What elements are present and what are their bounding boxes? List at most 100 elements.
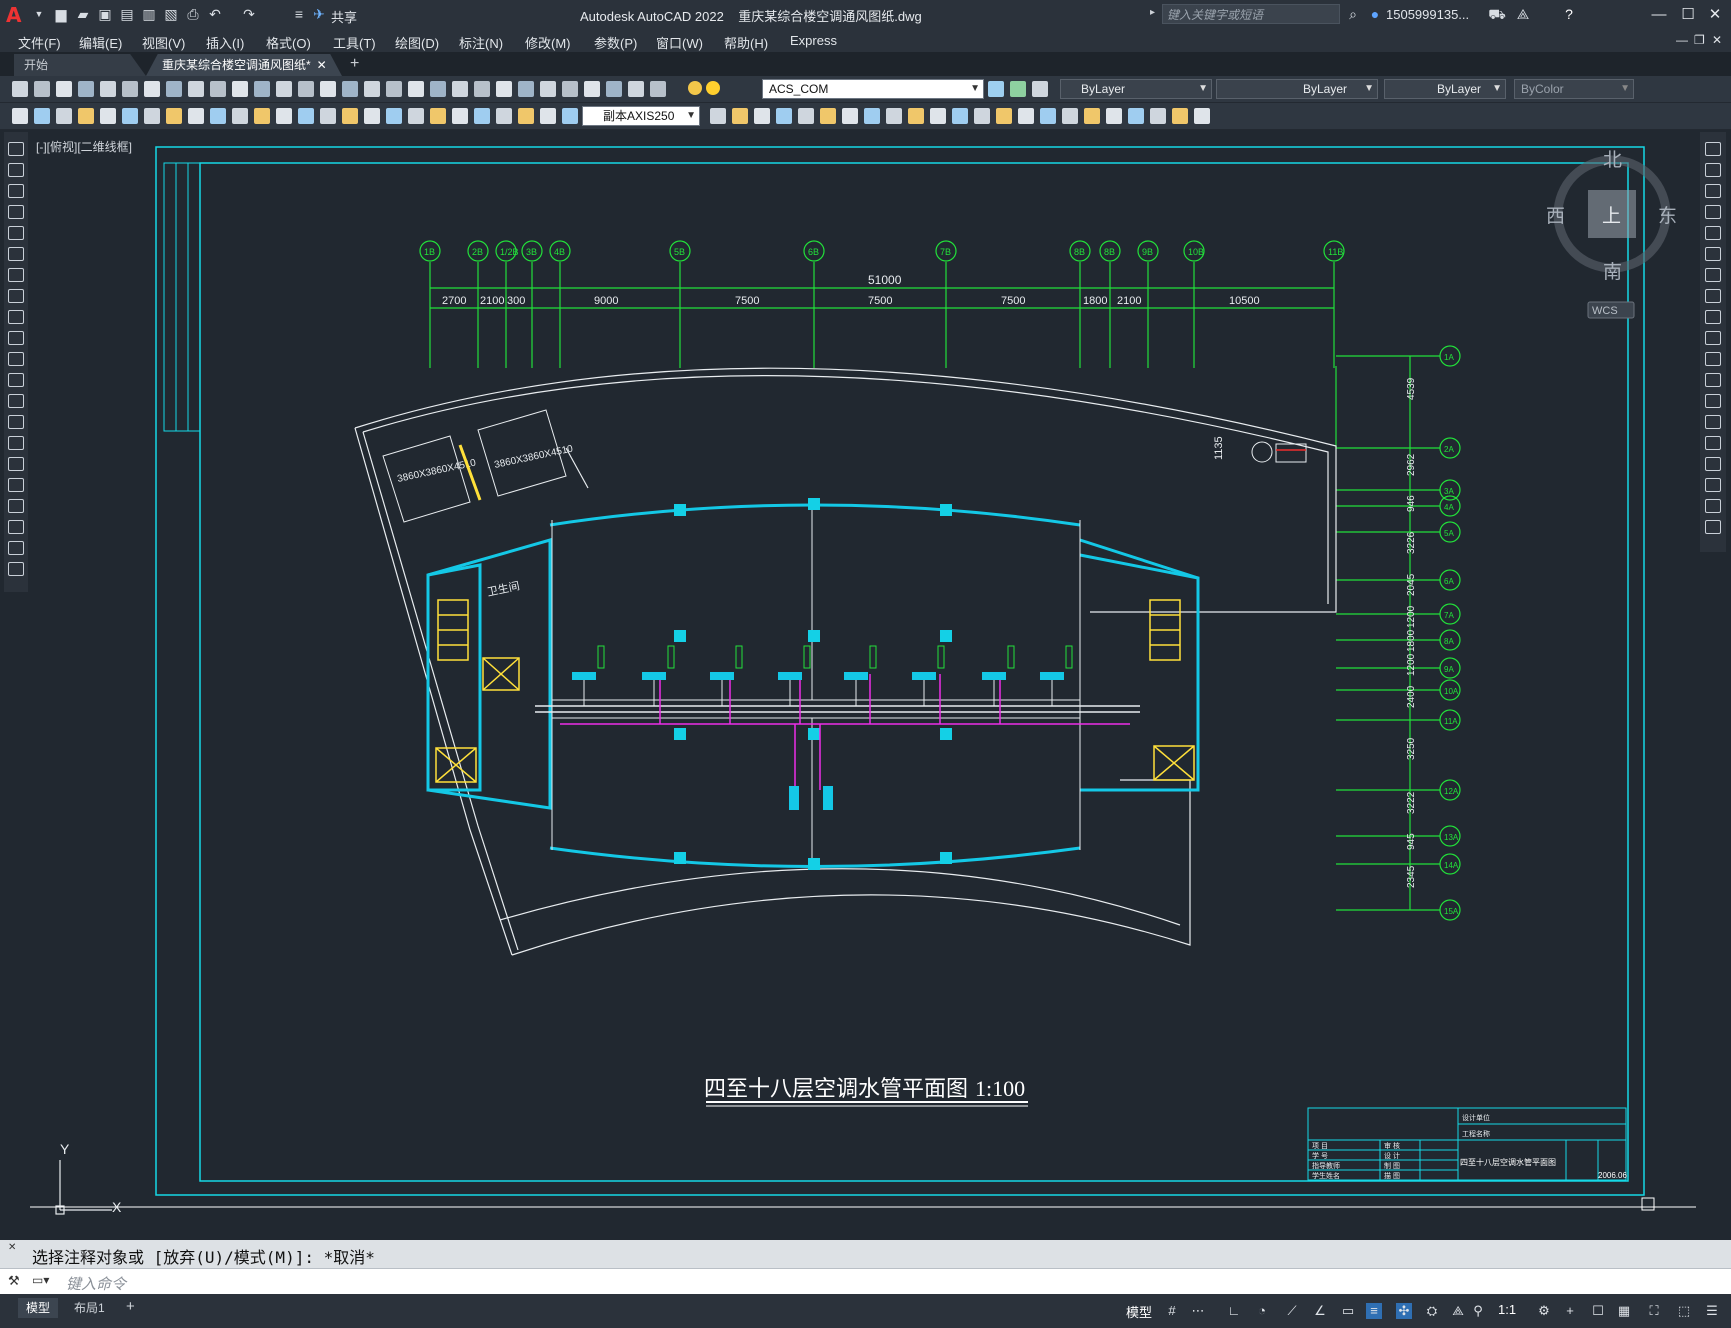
tb-row-4: 学生姓名	[1312, 1171, 1340, 1180]
axis-label-top: 5B	[674, 247, 685, 257]
add-layout-icon[interactable]: +	[126, 1298, 135, 1315]
condensate-pipes	[560, 674, 1130, 790]
status-toggle-icon[interactable]: ▦	[1616, 1303, 1632, 1319]
axis-label-right: 4A	[1444, 503, 1454, 512]
axis-label-top: 7B	[940, 247, 951, 257]
viewcube-west[interactable]: 西	[1546, 206, 1565, 227]
axis-label-top: 9B	[1142, 247, 1153, 257]
overall-dimension: 51000	[868, 273, 902, 287]
wrench-icon[interactable]: ⚒	[8, 1273, 20, 1289]
command-line: ⚒ ▭▾ 键入命令	[0, 1268, 1731, 1295]
axis-label-top: 8B	[1074, 247, 1085, 257]
status-toggle-icon[interactable]: ∟	[1226, 1303, 1242, 1319]
status-toggle-icon[interactable]: ◔	[1254, 1303, 1270, 1319]
status-toggle-icon[interactable]: ⬚	[1676, 1303, 1692, 1319]
fan-coil-unit	[982, 672, 1006, 680]
command-input[interactable]: 键入命令	[66, 1273, 126, 1294]
status-toggle-icon[interactable]: ⋯	[1190, 1303, 1206, 1319]
status-toggle-icon[interactable]: ⛶	[1646, 1303, 1662, 1319]
annotation-scale[interactable]: 1:1	[1498, 1302, 1516, 1317]
axis-label-top: 2B	[472, 247, 483, 257]
axis-label-right: 10A	[1444, 687, 1459, 696]
viewcube-east[interactable]: 东	[1658, 205, 1677, 227]
right-dimension: 945	[1406, 833, 1417, 850]
viewcube-top-label[interactable]: 上	[1602, 205, 1621, 227]
fan-coil-unit	[912, 672, 936, 680]
status-toggle-icon[interactable]: ⛭	[1424, 1303, 1440, 1319]
ucs-x-label: X	[112, 1199, 122, 1215]
tab-layout1[interactable]: 布局1	[66, 1298, 113, 1318]
axis-label-right: 9A	[1444, 665, 1454, 674]
viewcube-north[interactable]: 北	[1603, 149, 1622, 171]
top-dimension: 2100	[480, 295, 504, 307]
tb-row2-3: 制 图	[1384, 1161, 1400, 1170]
status-toggle-icon[interactable]: +	[1562, 1303, 1578, 1319]
tank-label-2: 3860X3860X4510	[493, 443, 574, 470]
tb-design-unit: 设计单位	[1462, 1113, 1490, 1122]
top-dimension: 7500	[735, 295, 759, 307]
status-toggle-icon[interactable]: ✣	[1396, 1303, 1412, 1319]
axis-label-right: 11A	[1444, 717, 1458, 726]
model-space-button[interactable]: 模型	[1126, 1302, 1152, 1321]
right-dimension: 2962	[1406, 453, 1417, 476]
axis-label-right: 7A	[1444, 611, 1454, 620]
drawing-scale: 1:100	[975, 1076, 1025, 1101]
status-toggle-icon[interactable]: ⟁	[1450, 1303, 1466, 1319]
axis-label-right: 5A	[1444, 529, 1454, 538]
tb-project-name: 工程名称	[1462, 1129, 1490, 1138]
tab-model[interactable]: 模型	[18, 1298, 59, 1318]
status-toggle-icon[interactable]: ⚲	[1470, 1303, 1486, 1319]
axis-label-right: 12A	[1444, 787, 1459, 796]
tb-row2-1: 审 核	[1384, 1141, 1400, 1150]
axis-label-right: 8A	[1444, 637, 1454, 646]
status-toggle-icon[interactable]: ☐	[1590, 1303, 1606, 1319]
tb-row2-2: 设 计	[1384, 1151, 1400, 1160]
right-dimension: 2345	[1406, 865, 1417, 888]
axis-label-right: 14A	[1444, 861, 1459, 870]
axis-label-top: 3B	[526, 247, 537, 257]
fan-coil-unit-vertical	[789, 786, 799, 810]
axis-label-top: 11B	[1328, 247, 1343, 257]
command-history-text: 选择注释对象或 [放弃(U)/模式(M)]: *取消*	[32, 1248, 375, 1267]
right-dimension: 4539	[1406, 377, 1417, 400]
axis-label-right: 6A	[1444, 577, 1454, 586]
top-dimension: 2700	[442, 295, 466, 307]
top-dimension: 300	[507, 295, 525, 307]
right-dimension: 3222	[1406, 791, 1417, 814]
status-toggle-icon[interactable]: ▭	[1340, 1303, 1356, 1319]
right-dimension: 3226	[1406, 531, 1417, 554]
axis-label-right: 1A	[1444, 353, 1454, 362]
drawing-canvas[interactable]: 1B 2B 1/2B 3B 4B 5B 6B 7B 8B 8B 9B 10B 11B 51000 2700 2…	[0, 0, 1731, 1240]
status-toggle-icon[interactable]: ⚙	[1536, 1303, 1552, 1319]
top-dimension: 10500	[1229, 295, 1260, 307]
viewcube-south[interactable]: 南	[1603, 261, 1622, 283]
toilet-label: 卫生间	[486, 578, 521, 599]
axis-label-top: 10B	[1188, 247, 1204, 257]
status-toggle-icon[interactable]: ⟋	[1284, 1303, 1300, 1319]
tb-drawing-name: 四至十八层空调水管平面图	[1460, 1157, 1556, 1167]
tb-row-3: 指导教师	[1312, 1161, 1340, 1170]
right-dimension: 2045	[1406, 573, 1417, 596]
ucs-y-label: Y	[60, 1141, 70, 1157]
fan-coil-unit-vertical	[823, 786, 833, 810]
side-stamp	[163, 162, 201, 432]
tb-row2-4: 描 图	[1384, 1171, 1400, 1180]
cmd-close-icon[interactable]: ✕	[8, 1242, 16, 1253]
axis-label-top: 4B	[554, 247, 565, 257]
axis-label-top: 1B	[424, 247, 435, 257]
top-dimension: 2100	[1117, 295, 1141, 307]
axis-label-top: 1/2B	[500, 247, 519, 257]
status-toggle-icon[interactable]: ≡	[1366, 1303, 1382, 1319]
fan-coil-unit	[710, 672, 734, 680]
top-dimension: 1800	[1083, 295, 1107, 307]
axis-label-top: 6B	[808, 247, 819, 257]
cmd-prompt-icon[interactable]: ▭▾	[32, 1273, 49, 1287]
status-toggle-icon[interactable]: ∠	[1312, 1303, 1328, 1319]
right-dimension: 1200	[1406, 605, 1417, 628]
axis-label-right: 3A	[1444, 487, 1454, 496]
wcs-label: WCS	[1592, 305, 1618, 317]
status-toggle-icon[interactable]: ☰	[1704, 1303, 1720, 1319]
status-toggle-icon[interactable]: #	[1164, 1303, 1180, 1319]
right-dimension: 3250	[1406, 737, 1417, 760]
axis-label-right: 2A	[1444, 445, 1454, 454]
